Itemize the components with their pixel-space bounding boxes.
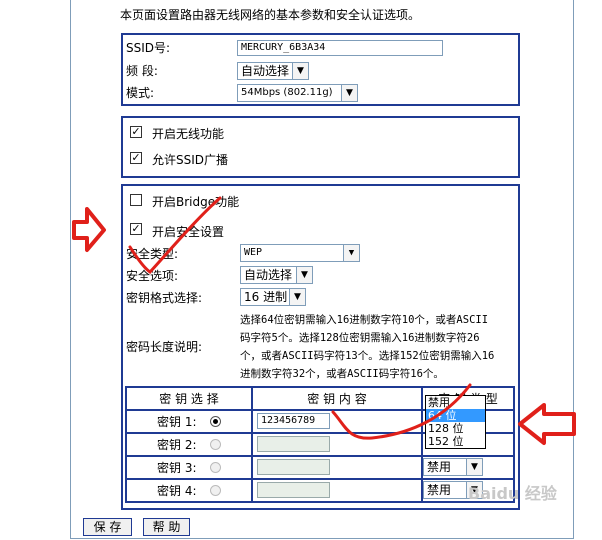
right-arrow-icon [518,403,576,445]
curve-annotation [331,383,472,440]
annotation-overlay [72,196,576,445]
checkmark-annotation [128,196,222,274]
left-arrow-icon [72,207,106,252]
